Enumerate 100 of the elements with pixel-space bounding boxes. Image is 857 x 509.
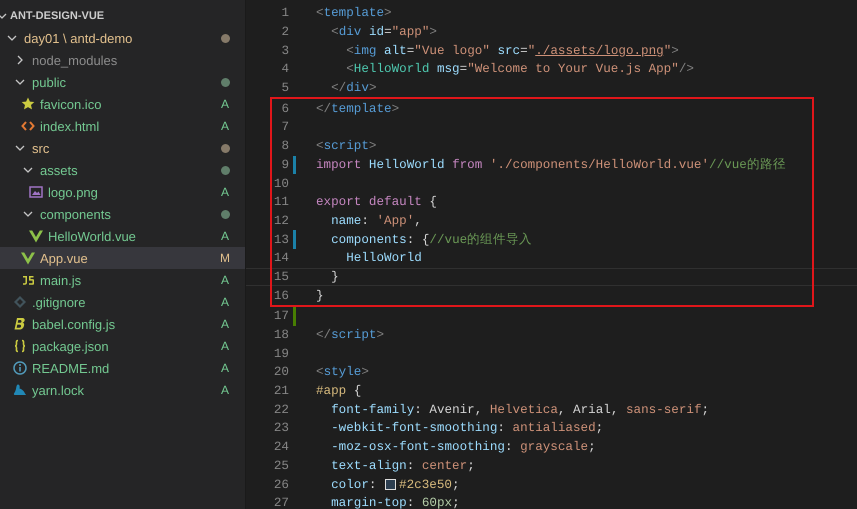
file-name: index.html — [40, 118, 100, 134]
code-text: <img alt="Vue logo" src="./assets/logo.png"> — [345, 44, 679, 58]
folder-name: src — [32, 140, 50, 156]
folder-item[interactable]: day01 \ antd-demo — [0, 27, 245, 49]
line-number: 26 — [272, 478, 289, 492]
file-name: App.vue — [40, 250, 88, 266]
code-text: components: {//vue的组件导入 — [330, 232, 532, 248]
code-text: </template> — [316, 102, 400, 116]
file-item[interactable]: main.js A — [0, 269, 245, 291]
file-name: HelloWorld.vue — [48, 228, 136, 244]
folder-name: public — [32, 74, 66, 90]
folder-name: node_modules — [32, 52, 118, 68]
line-number: 14 — [272, 251, 289, 266]
folder-name: assets — [40, 162, 78, 178]
line-number: 6 — [280, 102, 289, 116]
line-number: 3 — [280, 44, 289, 58]
git-status-label: A — [220, 119, 230, 133]
code-text: text-align: center; — [330, 458, 475, 473]
folder-item[interactable]: src — [0, 137, 245, 159]
line-number: 19 — [272, 346, 289, 361]
line-number: 11 — [272, 195, 289, 210]
folder-name: day01 \ antd-demo — [24, 30, 132, 46]
line-number: 1 — [280, 6, 289, 20]
diamond-icon — [12, 294, 28, 310]
code-text: -moz-osx-font-smoothing: grayscale; — [330, 440, 596, 454]
line-number: 12 — [272, 214, 289, 228]
file-item[interactable]: babel.config.js A — [0, 313, 245, 335]
line-number: 17 — [272, 309, 289, 324]
git-status-label: M — [219, 251, 231, 265]
code-text: </script> — [316, 328, 384, 342]
code-text: <script> — [316, 139, 376, 154]
folder-name: components — [40, 206, 111, 222]
code-text: export default { — [316, 195, 437, 210]
code-text: <style> — [316, 365, 369, 380]
git-status-label: A — [220, 383, 230, 397]
line-number: 27 — [272, 496, 289, 509]
git-status-label: A — [220, 185, 230, 199]
code-text: } — [330, 270, 339, 284]
code-text: import HelloWorld from './components/HelloWorld.vue'//vue的路径 — [316, 157, 786, 174]
file-name: .gitignore — [32, 294, 86, 310]
folder-item[interactable]: components — [0, 203, 245, 225]
code-text: color: — [330, 478, 378, 492]
file-item[interactable]: yarn.lock A — [0, 379, 245, 401]
code-text: <HelloWorld msg="Welcome to Your Vue.js App"/> — [345, 62, 694, 76]
file-item[interactable]: App.vue M — [0, 247, 245, 269]
file-item[interactable]: HelloWorld.vue A — [0, 225, 245, 247]
info-icon — [12, 360, 28, 376]
git-status-label: A — [220, 295, 230, 309]
code-text: font-family: Avenir, Helvetica, Arial, sans-serif; — [330, 402, 710, 417]
code-text: HelloWorld — [345, 251, 422, 266]
line-number: 13 — [272, 232, 289, 247]
git-status-label: A — [220, 229, 230, 243]
git-status-label: A — [220, 273, 230, 287]
code-text: #2c3e50; — [399, 478, 460, 492]
file-name: yarn.lock — [32, 382, 84, 398]
git-status-label: A — [220, 317, 230, 331]
code-text: <template> — [316, 6, 392, 20]
line-number: 21 — [272, 384, 289, 398]
file-name: logo.png — [48, 184, 98, 200]
line-number: 9 — [280, 158, 289, 172]
vue-icon — [20, 250, 36, 266]
file-name: favicon.ico — [40, 96, 102, 112]
code-text: margin-top: 60px; — [330, 496, 460, 509]
git-status-label: A — [220, 339, 230, 353]
line-number: 25 — [272, 458, 289, 473]
folder-item[interactable]: node_modules — [0, 49, 245, 71]
line-number: 22 — [272, 402, 289, 417]
folder-item[interactable]: public — [0, 71, 245, 93]
line-number: 7 — [280, 120, 289, 134]
line-number: 4 — [280, 62, 289, 76]
code-text: } — [316, 288, 324, 303]
code-text: -webkit-font-smoothing: antialiased; — [330, 421, 604, 436]
line-number: 23 — [272, 421, 289, 436]
color-swatch[interactable] — [385, 479, 396, 490]
line-number: 8 — [280, 139, 289, 154]
file-item[interactable]: index.html A — [0, 115, 245, 137]
file-name: babel.config.js — [32, 316, 116, 332]
file-item[interactable]: logo.png A — [0, 181, 245, 203]
code-text: </div> — [330, 81, 376, 96]
git-status-label: A — [220, 97, 230, 111]
vue-icon — [28, 228, 44, 244]
line-number: 10 — [272, 176, 289, 191]
code-text: #app { — [316, 384, 362, 398]
braces-icon — [12, 338, 28, 354]
file-item[interactable]: favicon.ico A — [0, 93, 245, 115]
file-item[interactable]: package.json A — [0, 335, 245, 357]
file-item[interactable]: .gitignore A — [0, 291, 245, 313]
line-number: 24 — [272, 440, 289, 454]
line-number: 16 — [272, 288, 289, 303]
line-number: 15 — [272, 270, 289, 284]
code-text: name: 'App', — [330, 214, 422, 228]
line-number: 5 — [280, 81, 289, 96]
file-item[interactable]: README.md A — [0, 357, 245, 379]
folder-item[interactable]: assets — [0, 159, 245, 181]
git-status-label: A — [220, 361, 230, 375]
file-name: README.md — [32, 360, 110, 376]
line-number: 18 — [272, 328, 289, 342]
star-icon — [20, 96, 36, 112]
line-number: 2 — [280, 25, 289, 40]
code-text: <div id="app"> — [330, 25, 437, 40]
